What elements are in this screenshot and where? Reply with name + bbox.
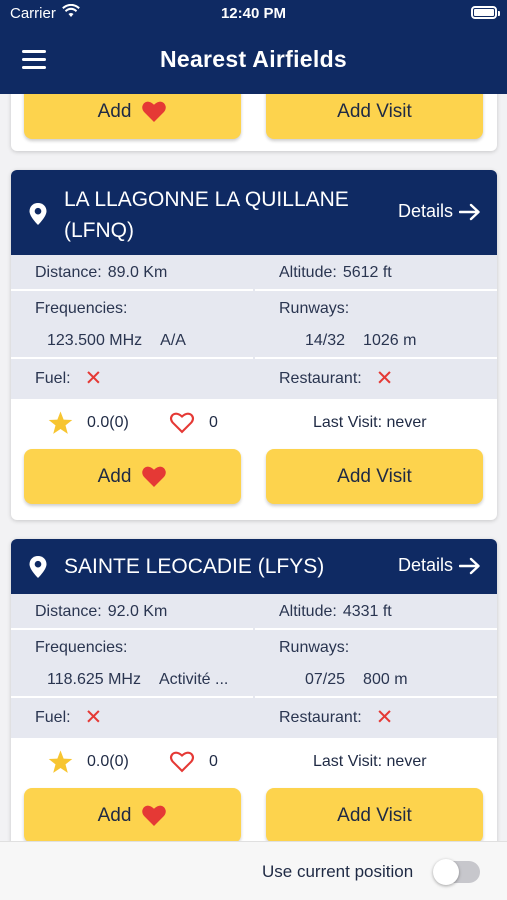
cross-icon: ✕ xyxy=(375,367,394,390)
cross-icon: ✕ xyxy=(375,706,394,729)
location-pin-icon xyxy=(29,203,47,225)
add-visit-button[interactable]: Add Visit xyxy=(266,94,483,139)
details-link[interactable]: Details xyxy=(398,201,481,222)
airfield-card-partial: Add Add Visit xyxy=(11,94,497,151)
cross-icon: ✕ xyxy=(84,706,103,729)
heart-outline-icon[interactable] xyxy=(169,750,195,773)
card-header: SAINTE LEOCADIE (LFYS) Details xyxy=(11,539,497,594)
airfield-list[interactable]: Add Add Visit LA LLAGONNE LA QUILLANE (L… xyxy=(0,94,507,841)
likes-count: 0 xyxy=(209,753,218,770)
cross-icon: ✕ xyxy=(84,367,103,390)
location-pin-icon xyxy=(29,556,47,578)
rating-value: 0.0(0) xyxy=(87,414,129,431)
altitude-cell: Altitude: 4331 ft xyxy=(255,594,497,630)
add-favorite-button[interactable]: Add xyxy=(24,94,241,139)
distance-value: 89.0 Km xyxy=(107,264,168,281)
frequency-name: A/A xyxy=(160,332,186,349)
add-favorite-button[interactable]: Add xyxy=(24,788,241,841)
altitude-value: 5612 ft xyxy=(342,264,392,281)
heart-icon xyxy=(142,805,167,826)
page-title: Nearest Airfields xyxy=(159,46,348,72)
add-favorite-button[interactable]: Add xyxy=(24,449,241,504)
frequency-name: Activité ... xyxy=(158,671,229,688)
heart-outline-icon[interactable] xyxy=(169,411,195,434)
details-link[interactable]: Details xyxy=(398,555,481,576)
last-visit: Last Visit: never xyxy=(313,414,427,431)
clock: 12:40 PM xyxy=(220,5,287,22)
airfield-card: LA LLAGONNE LA QUILLANE (LFNQ) Details D… xyxy=(11,170,497,520)
distance-cell: Distance: 92.0 Km xyxy=(11,594,253,630)
stats-row: 0.0(0) 0 Last Visit: never xyxy=(11,399,497,446)
rating-value: 0.0(0) xyxy=(87,753,129,770)
runway-value: 14/32 xyxy=(305,332,346,349)
add-label: Add xyxy=(97,804,132,826)
last-visit: Last Visit: never xyxy=(313,753,427,770)
fuel-cell: Fuel: ✕ xyxy=(11,698,253,738)
runway-length: 800 m xyxy=(363,671,408,688)
runways-cell: Runways: 14/32 1026 m xyxy=(255,291,497,359)
use-position-toggle[interactable] xyxy=(433,859,480,885)
runways-cell: Runways: 07/25 800 m xyxy=(255,630,497,698)
altitude-cell: Altitude: 5612 ft xyxy=(255,255,497,291)
airfield-card: SAINTE LEOCADIE (LFYS) Details Distance:… xyxy=(11,539,497,841)
airfield-name: LA LLAGONNE LA QUILLANE (LFNQ) xyxy=(64,188,349,242)
star-icon xyxy=(48,411,73,434)
arrow-right-icon xyxy=(459,203,480,220)
heart-icon xyxy=(142,466,167,487)
bottom-bar: Use current position xyxy=(0,841,507,900)
add-visit-button[interactable]: Add Visit xyxy=(266,449,483,504)
altitude-value: 4331 ft xyxy=(342,603,392,620)
distance-value: 92.0 Km xyxy=(107,603,168,620)
battery-icon xyxy=(471,6,500,19)
nav-bar: Nearest Airfields xyxy=(0,28,507,94)
card-header: LA LLAGONNE LA QUILLANE (LFNQ) Details xyxy=(11,170,497,255)
add-label: Add xyxy=(97,465,132,487)
distance-cell: Distance: 89.0 Km xyxy=(11,255,253,291)
restaurant-cell: Restaurant: ✕ xyxy=(255,359,497,399)
stats-row: 0.0(0) 0 Last Visit: never xyxy=(11,738,497,785)
use-position-label: Use current position xyxy=(262,862,414,881)
arrow-right-icon xyxy=(459,557,480,574)
toggle-knob xyxy=(433,859,459,885)
runway-value: 07/25 xyxy=(305,671,346,688)
frequency-value: 118.625 MHz xyxy=(47,671,141,688)
details-label: Details xyxy=(397,555,453,575)
status-bar: Carrier 12:40 PM xyxy=(0,0,507,28)
details-label: Details xyxy=(397,201,453,221)
info-grid: Distance: 89.0 Km Altitude: 5612 ft Freque… xyxy=(11,255,497,399)
add-label: Add xyxy=(97,100,132,122)
airfield-name: SAINTE LEOCADIE (LFYS) xyxy=(64,555,325,578)
likes-count: 0 xyxy=(209,414,218,431)
info-grid: Distance: 92.0 Km Altitude: 4331 ft Freque… xyxy=(11,594,497,738)
add-visit-button[interactable]: Add Visit xyxy=(266,788,483,841)
restaurant-cell: Restaurant: ✕ xyxy=(255,698,497,738)
heart-icon xyxy=(142,101,167,122)
star-icon xyxy=(48,750,73,773)
fuel-cell: Fuel: ✕ xyxy=(11,359,253,399)
runway-length: 1026 m xyxy=(363,332,417,349)
frequencies-cell: Frequencies: 118.625 MHz Activité ... xyxy=(11,630,253,698)
frequency-value: 123.500 MHz xyxy=(47,332,143,349)
frequencies-cell: Frequencies: 123.500 MHz A/A xyxy=(11,291,253,359)
